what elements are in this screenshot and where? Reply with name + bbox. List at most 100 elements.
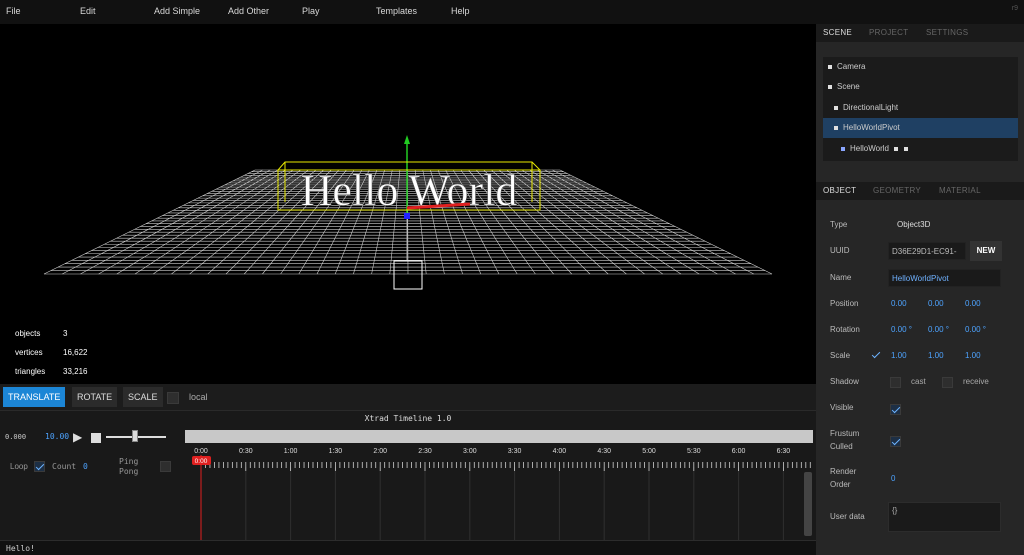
scale-y-input[interactable]: 1.00 (928, 351, 944, 360)
timeline-title: Xtrad Timeline 1.0 (364, 414, 452, 423)
outliner-item-label: HelloWorldPivot (843, 123, 900, 132)
mesh-square-icon (841, 146, 845, 151)
material-square-icon (903, 146, 908, 151)
rotation-z-input[interactable]: 0.00 ° (965, 325, 986, 334)
timeline-tick-label: 5:30 (687, 448, 701, 455)
speed-slider-thumb[interactable] (132, 430, 138, 442)
timeline-current-time: 0.000 (5, 433, 27, 441)
timeline-duration-input[interactable]: 10.00 (45, 432, 69, 441)
tab-scene[interactable]: SCENE (823, 28, 852, 37)
render-order-input[interactable]: 0 (891, 474, 895, 483)
position-x-input[interactable]: 0.00 (891, 299, 907, 308)
3d-viewport[interactable]: Hello World objects 3 vertices 16,622 tria… (0, 24, 816, 384)
type-label: Type (830, 220, 848, 229)
outliner-item-scene[interactable]: Scene (823, 77, 1018, 97)
outliner-item-directionallight[interactable]: DirectionalLight (823, 98, 1018, 118)
timeline-tick-label: 5:00 (642, 448, 656, 455)
info-vertices-label: vertices (15, 348, 43, 357)
render-info: objects 3 vertices 16,622 triangles 33,216 (15, 324, 87, 381)
tab-settings[interactable]: SETTINGS (926, 28, 968, 37)
stop-icon[interactable] (91, 433, 101, 443)
timeline-tick-label: 2:00 (373, 448, 387, 455)
shadow-label: Shadow (830, 377, 859, 386)
rotation-y-input[interactable]: 0.00 ° (928, 325, 949, 334)
timeline-tick-label: 4:30 (597, 448, 611, 455)
menu-file[interactable]: File (6, 6, 21, 16)
frustum-label: Frustum (830, 429, 860, 438)
userdata-textarea[interactable]: {} (888, 502, 1001, 532)
tab-project[interactable]: PROJECT (869, 28, 908, 37)
timeline-scrollbar[interactable] (804, 472, 812, 536)
position-z-input[interactable]: 0.00 (965, 299, 981, 308)
sidebar-top-tabs: SCENE PROJECT SETTINGS (816, 24, 1024, 42)
info-triangles-label: triangles (15, 367, 46, 376)
menu-add-other[interactable]: Add Other (228, 6, 269, 16)
sidebar-prop-tabs: OBJECT GEOMETRY MATERIAL (816, 182, 1024, 200)
timeline-tick-label: 6:30 (777, 448, 791, 455)
pong-label: Pong (119, 467, 139, 476)
rotate-button[interactable]: ROTATE (72, 387, 118, 407)
menu-help[interactable]: Help (451, 6, 470, 16)
rotation-label: Rotation (830, 325, 860, 334)
loop-checkbox[interactable] (34, 461, 45, 472)
translate-button[interactable]: TRANSLATE (3, 387, 66, 407)
play-icon[interactable]: ▶ (73, 430, 82, 444)
timeline-tracks[interactable]: 0:30 1:00 1:30 2:00 2:30 3:00 3:30 4:00 4:30 5:00… (185, 427, 816, 541)
visible-checkbox[interactable] (890, 404, 901, 415)
playhead-time-label: 0:00 (195, 458, 208, 465)
menu-edit[interactable]: Edit (80, 6, 96, 16)
outliner-item-camera[interactable]: Camera (823, 57, 1018, 77)
outliner-item-label: Camera (837, 62, 866, 71)
info-objects-value: 3 (63, 329, 68, 338)
tab-material[interactable]: MATERIAL (939, 186, 981, 195)
frustum-culled-checkbox[interactable] (890, 436, 901, 447)
outliner-item-helloworld[interactable]: HelloWorld (823, 139, 1018, 159)
name-label: Name (830, 273, 852, 282)
geometry-square-icon (893, 146, 898, 151)
cast-shadow-checkbox[interactable] (890, 377, 901, 388)
object-square-icon (828, 84, 832, 89)
menu-templates[interactable]: Templates (376, 6, 417, 16)
transform-toolbar: TRANSLATE ROTATE SCALE local (0, 384, 816, 410)
uuid-label: UUID (830, 246, 850, 255)
outliner-item-helloworldpivot[interactable]: HelloWorldPivot (823, 118, 1018, 138)
revision-label: r9 (1011, 5, 1018, 12)
local-label: local (189, 392, 208, 402)
timeline-tick-label: 6:00 (732, 448, 746, 455)
object-square-icon (834, 105, 838, 110)
timeline-tick-label: 1:00 (284, 448, 298, 455)
status-bar: Hello! (0, 540, 816, 555)
timeline-tick-label: 1:30 (329, 448, 343, 455)
new-uuid-button[interactable]: NEW (970, 241, 1002, 261)
timeline-tick-label: 4:00 (553, 448, 567, 455)
scale-button[interactable]: SCALE (123, 387, 163, 407)
receive-label: receive (963, 377, 989, 386)
object-square-icon (828, 64, 832, 69)
scale-x-input[interactable]: 1.00 (891, 351, 907, 360)
tab-geometry[interactable]: GEOMETRY (873, 186, 921, 195)
timeline-tick-label: 0:00 (194, 448, 208, 455)
ping-pong-checkbox[interactable] (160, 461, 171, 472)
z-axis-handle[interactable] (404, 213, 410, 219)
timeline-tick-label: 0:30 (239, 448, 253, 455)
y-axis-arrowhead[interactable] (404, 135, 410, 144)
menu-play[interactable]: Play (302, 6, 320, 16)
count-value: 0 (83, 462, 88, 471)
scale-lock-checkbox[interactable] (871, 350, 882, 361)
scale-z-input[interactable]: 1.00 (965, 351, 981, 360)
render-label: Render (830, 467, 857, 476)
position-y-input[interactable]: 0.00 (928, 299, 944, 308)
receive-shadow-checkbox[interactable] (942, 377, 953, 388)
timeline-panel: Xtrad Timeline 1.0 0.000 10.00 ▶ Loop Co… (0, 410, 816, 541)
timeline-tick-label: 2:30 (418, 448, 432, 455)
rotation-x-input[interactable]: 0.00 ° (891, 325, 912, 334)
name-input[interactable]: HelloWorldPivot (888, 269, 1001, 287)
timeline-controls: 0.000 10.00 ▶ Loop Count 0 Ping Pong (0, 427, 182, 541)
timeline-ruler[interactable]: 0:30 1:00 1:30 2:00 2:30 3:00 3:30 4:00 4:30 5:00… (185, 427, 816, 541)
culled-label: Culled (830, 442, 853, 451)
scene-outliner[interactable]: Camera Scene DirectionalLight HelloWorld… (823, 57, 1018, 161)
menu-add-simple[interactable]: Add Simple (154, 6, 200, 16)
tab-object[interactable]: OBJECT (823, 186, 856, 195)
local-checkbox[interactable] (167, 392, 179, 404)
scene-canvas[interactable]: Hello World (0, 24, 816, 384)
